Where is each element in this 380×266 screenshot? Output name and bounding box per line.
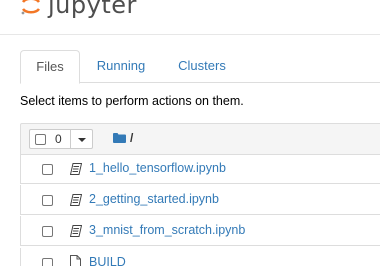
- notebook-icon: [70, 163, 82, 175]
- logo-text: jupyter: [48, 0, 137, 19]
- header-divider: [0, 34, 380, 35]
- item-checkbox[interactable]: [42, 226, 53, 237]
- file-link[interactable]: 1_hello_tensorflow.ipynb: [89, 161, 226, 175]
- list-item: BUILD: [20, 248, 380, 266]
- notebook-dashboard: jupyter Files Running Clusters Select it…: [0, 0, 380, 266]
- notebook-icon: [70, 225, 82, 237]
- file-icon: [70, 255, 81, 266]
- file-link[interactable]: 2_getting_started.ipynb: [89, 192, 219, 206]
- breadcrumb-root[interactable]: /: [130, 131, 133, 145]
- file-link[interactable]: 3_mnist_from_scratch.ipynb: [89, 223, 245, 237]
- select-all-checkbox[interactable]: [35, 134, 46, 145]
- folder-icon[interactable]: [113, 133, 126, 143]
- jupyter-logo-icon: [21, 0, 41, 15]
- list-item: 3_mnist_from_scratch.ipynb: [20, 216, 380, 246]
- file-link[interactable]: BUILD: [89, 255, 126, 266]
- tab-bar: Files Running Clusters: [20, 50, 380, 84]
- item-checkbox[interactable]: [42, 258, 53, 266]
- list-item: 2_getting_started.ipynb: [20, 185, 380, 215]
- select-all-button[interactable]: 0: [29, 129, 71, 149]
- jupyter-logo[interactable]: jupyter: [20, 0, 137, 20]
- breadcrumb: /: [113, 131, 133, 145]
- select-all-group: 0: [29, 129, 93, 149]
- instructions-text: Select items to perform actions on them.: [20, 94, 244, 108]
- item-checkbox[interactable]: [42, 195, 53, 206]
- tab-running[interactable]: Running: [86, 50, 156, 81]
- selected-count: 0: [55, 132, 62, 146]
- list-item: 1_hello_tensorflow.ipynb: [20, 154, 380, 184]
- tab-files[interactable]: Files: [20, 50, 80, 84]
- file-list-toolbar: 0 /: [20, 123, 380, 155]
- select-dropdown-caret[interactable]: [71, 129, 93, 149]
- tab-clusters[interactable]: Clusters: [166, 50, 238, 81]
- notebook-icon: [70, 194, 82, 206]
- item-checkbox[interactable]: [42, 164, 53, 175]
